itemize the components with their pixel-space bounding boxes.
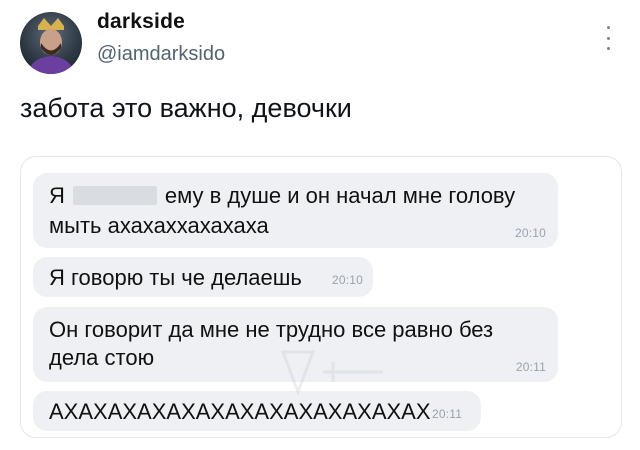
message-text: Я говорю ты че делаешь (49, 265, 302, 290)
more-dot (606, 47, 610, 50)
more-dot (606, 26, 610, 29)
message-line: Он говорит да мне не трудно все равно бе… (49, 317, 494, 342)
message-text: ему в душе и он начал мне голову (164, 183, 516, 208)
message-line: дела стою (49, 345, 155, 370)
user-handle[interactable]: @iamdarksido (97, 43, 225, 66)
chat-screenshot: Яему в душе и он начал мне голову мыть а… (33, 167, 611, 431)
more-dot (606, 36, 610, 40)
message-time: 20:10 (332, 272, 364, 287)
message-time: 20:11 (432, 406, 463, 421)
tweet-media-card[interactable]: Яему в душе и он начал мне голову мыть а… (20, 156, 622, 438)
message-line: мыть ахахаххахахаха (49, 213, 269, 238)
more-vertical-icon[interactable] (604, 26, 612, 50)
message-time: 20:11 (515, 359, 546, 374)
message-time: 20:10 (514, 225, 546, 240)
redacted-block (72, 186, 157, 205)
message-bubble: Он говорит да мне не трудно все равно бе… (33, 307, 558, 382)
message-bubble: Я говорю ты че делаешь 20:10 (33, 257, 373, 297)
avatar[interactable] (20, 12, 82, 74)
message-bubble: АХАХАХАХАХАХАХАХАХАХАХАХАХ 20:11 (33, 391, 481, 431)
tweet-text: забота это важно, девочки (20, 93, 352, 123)
message-line: Яему в душе и он начал мне голову (49, 183, 515, 209)
display-name[interactable]: darkside (97, 10, 185, 34)
avatar-image (28, 18, 74, 74)
message-text: АХАХАХАХАХАХАХАХАХАХАХАХАХ (49, 399, 431, 424)
message-prefix: Я (49, 183, 65, 208)
message-bubble: Яему в душе и он начал мне голову мыть а… (33, 173, 558, 248)
